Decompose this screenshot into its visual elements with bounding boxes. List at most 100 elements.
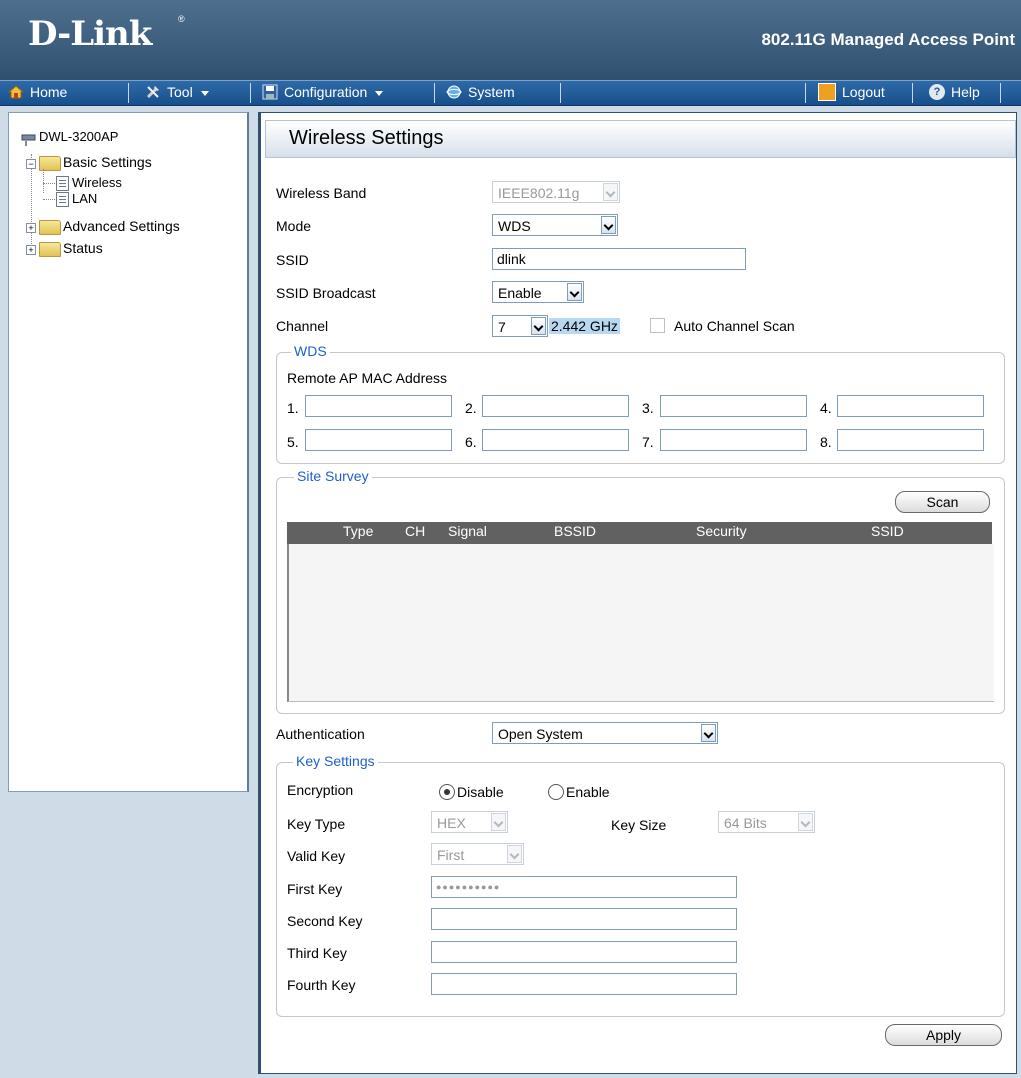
logo-registered-mark: ®	[178, 14, 185, 24]
expand-icon[interactable]: +	[26, 245, 36, 255]
header-banner: D-Link ® 802.11G Managed Access Point	[0, 0, 1021, 80]
product-name: 802.11G Managed Access Point	[761, 30, 1015, 49]
encryption-disable-label: Disable	[457, 784, 504, 800]
wds-mac-input-4[interactable]	[837, 395, 984, 417]
tree-lan[interactable]: LAN	[56, 191, 98, 208]
menu-home[interactable]: Home	[7, 81, 68, 105]
column-ch: CH	[405, 523, 426, 539]
key-type-label: Key Type	[287, 816, 346, 832]
ssid-broadcast-value: Enable	[498, 285, 542, 301]
folder-icon	[39, 219, 61, 235]
column-signal: Signal	[448, 523, 487, 539]
wireless-band-value: IEEE802.11g	[498, 185, 580, 201]
site-survey-table-header: Type CH Signal BSSID Security SSID	[287, 522, 992, 544]
encryption-disable-radio[interactable]	[439, 784, 455, 800]
menu-system-label: System	[468, 84, 515, 100]
help-label: Help	[951, 84, 980, 100]
valid-key-select[interactable]: First	[431, 843, 524, 865]
ssid-broadcast-label: SSID Broadcast	[276, 285, 376, 301]
help-button[interactable]: ? Help	[929, 81, 980, 105]
second-key-label: Second Key	[287, 913, 363, 929]
site-survey-legend: Site Survey	[294, 468, 372, 484]
wds-mac-input-5[interactable]	[305, 429, 452, 451]
chevron-down-icon	[603, 183, 618, 201]
channel-value: 7	[498, 319, 506, 335]
help-icon: ?	[929, 84, 945, 101]
mode-select[interactable]: WDS	[492, 214, 618, 236]
encryption-enable-label: Enable	[566, 784, 610, 800]
third-key-input[interactable]	[431, 941, 737, 963]
wds-number-1: 1.	[287, 400, 299, 416]
wds-mac-input-7[interactable]	[660, 429, 807, 451]
chevron-down-icon	[507, 845, 522, 863]
column-type: Type	[343, 523, 374, 539]
wireless-band-select[interactable]: IEEE802.11g	[492, 181, 620, 203]
logout-label: Logout	[842, 84, 885, 100]
wds-number-2: 2.	[465, 400, 477, 416]
wds-number-6: 6.	[465, 434, 477, 450]
fourth-key-input[interactable]	[431, 973, 737, 995]
menu-configuration[interactable]: Configuration	[262, 81, 384, 105]
ssid-input[interactable]: dlink	[492, 248, 746, 270]
menu-tool[interactable]: Tool	[145, 81, 209, 105]
wds-number-5: 5.	[287, 434, 299, 450]
tree-basic-settings[interactable]: Basic Settings	[39, 154, 152, 171]
channel-frequency: 2.442 GHz	[549, 318, 620, 334]
valid-key-label: Valid Key	[287, 848, 346, 864]
collapse-icon[interactable]: −	[26, 159, 36, 169]
key-type-value: HEX	[437, 815, 466, 831]
tree-basic-settings-label: Basic Settings	[63, 154, 152, 170]
page-icon	[56, 176, 69, 192]
apply-button[interactable]: Apply	[885, 1024, 1002, 1046]
channel-label: Channel	[276, 318, 329, 334]
auto-channel-scan-checkbox[interactable]	[650, 318, 665, 333]
tool-icon	[145, 84, 161, 100]
mode-value: WDS	[498, 218, 531, 234]
authentication-label: Authentication	[276, 726, 365, 742]
scan-button[interactable]: Scan	[895, 491, 990, 513]
wds-mac-input-3[interactable]	[660, 395, 807, 417]
navigation-tree: DWL-3200AP − Basic Settings Wireless LAN…	[8, 112, 249, 792]
wds-legend: WDS	[291, 343, 330, 359]
menu-system[interactable]: System	[446, 81, 515, 105]
tree-status[interactable]: Status	[39, 240, 103, 257]
wds-mac-input-1[interactable]	[305, 395, 452, 417]
second-key-input[interactable]	[431, 908, 737, 930]
dlink-logo: D-Link	[28, 14, 152, 54]
configuration-icon	[262, 84, 278, 100]
wds-mac-input-8[interactable]	[837, 429, 984, 451]
tree-status-label: Status	[63, 240, 103, 256]
wds-number-8: 8.	[820, 434, 832, 450]
chevron-down-icon	[601, 216, 616, 234]
column-ssid: SSID	[871, 523, 904, 539]
encryption-enable-radio[interactable]	[548, 784, 564, 800]
channel-select[interactable]: 7	[492, 315, 548, 337]
key-size-select[interactable]: 64 Bits	[718, 811, 815, 833]
encryption-label: Encryption	[287, 782, 354, 798]
first-key-input[interactable]: ●●●●●●●●●●	[431, 876, 737, 898]
tree-advanced-settings[interactable]: Advanced Settings	[39, 218, 180, 235]
expand-icon[interactable]: +	[26, 223, 36, 233]
wds-number-3: 3.	[642, 400, 654, 416]
wds-mac-input-2[interactable]	[482, 395, 629, 417]
chevron-down-icon	[491, 813, 506, 831]
first-key-label: First Key	[287, 881, 343, 897]
logout-button[interactable]: Logout	[818, 81, 885, 105]
menu-home-label: Home	[30, 84, 68, 100]
chevron-down-icon	[567, 283, 582, 301]
key-type-select[interactable]: HEX	[431, 811, 508, 833]
tree-lan-label: LAN	[72, 191, 98, 206]
site-survey-list[interactable]	[287, 544, 994, 702]
menu-bar: Home Tool Configuration System Logout ? H…	[0, 80, 1021, 106]
tree-device[interactable]: DWL-3200AP	[21, 129, 118, 146]
tree-wireless[interactable]: Wireless	[56, 175, 122, 192]
wds-number-4: 4.	[820, 400, 832, 416]
menu-tool-label: Tool	[167, 84, 193, 100]
chevron-down-icon	[798, 813, 813, 831]
authentication-select[interactable]: Open System	[492, 722, 718, 744]
key-icon	[818, 83, 836, 102]
wds-mac-input-6[interactable]	[482, 429, 629, 451]
page-icon	[56, 192, 69, 208]
ssid-broadcast-select[interactable]: Enable	[492, 281, 584, 303]
page-title: Wireless Settings	[289, 127, 444, 149]
